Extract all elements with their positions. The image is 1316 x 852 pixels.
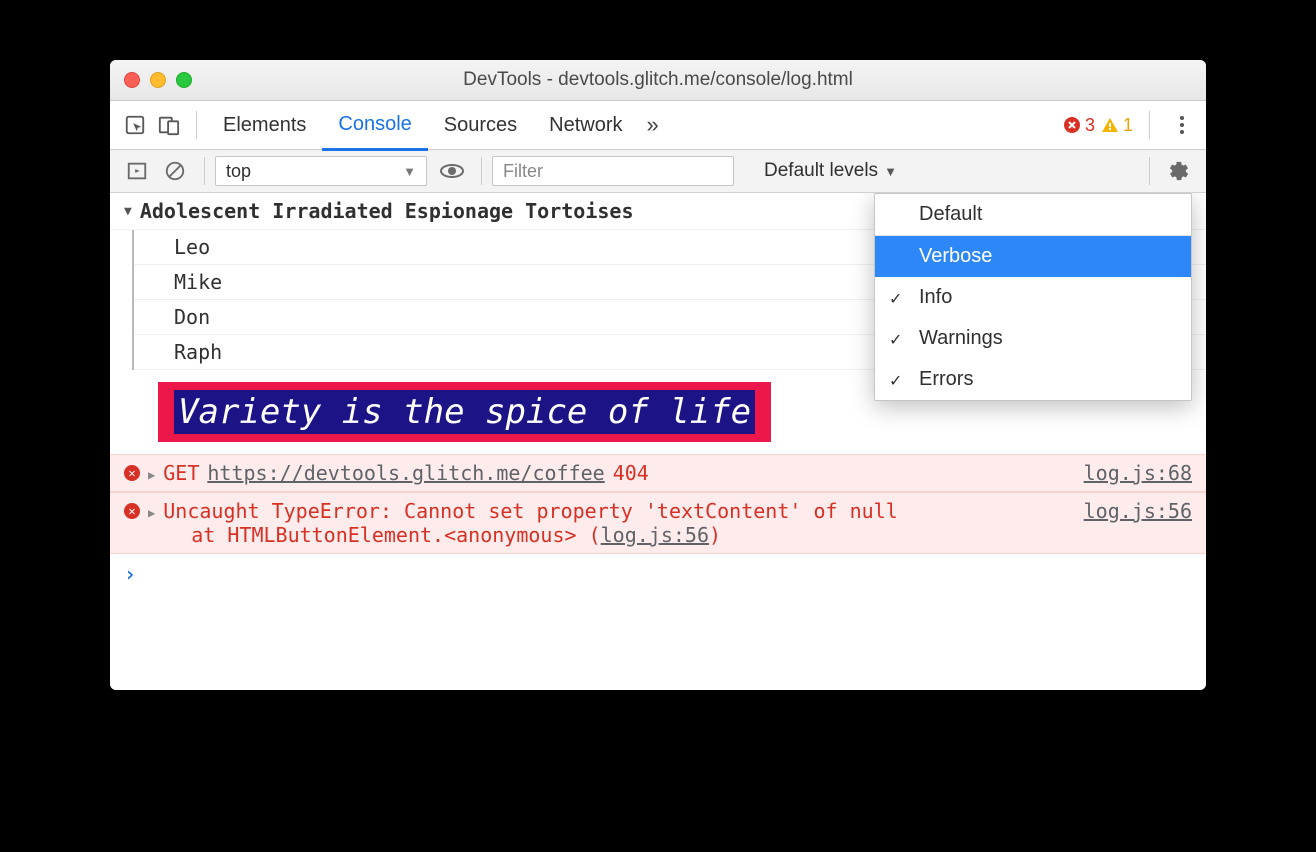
separator [1149, 157, 1150, 185]
live-expression-icon[interactable] [439, 158, 465, 184]
dropdown-header[interactable]: Default [875, 194, 1191, 235]
dropdown-item-warnings[interactable]: ✓ Warnings [875, 318, 1191, 359]
tabs-overflow-icon[interactable]: » [639, 112, 667, 138]
network-error-row[interactable]: ✕ ▶ GET https://devtools.glitch.me/coffe… [110, 454, 1206, 492]
chevron-down-icon: ▼ [403, 164, 416, 179]
expand-triangle-icon: ▼ [124, 204, 132, 219]
title-bar: DevTools - devtools.glitch.me/console/lo… [110, 60, 1206, 101]
execution-context-select[interactable]: top ▼ [215, 156, 427, 186]
dropdown-item-errors[interactable]: ✓ Errors [875, 359, 1191, 400]
window-title: DevTools - devtools.glitch.me/console/lo… [110, 69, 1206, 91]
console-toolbar: top ▼ Filter Default levels ▼ [110, 150, 1206, 193]
more-options-icon[interactable] [1166, 116, 1198, 134]
error-icon [1063, 116, 1081, 134]
error-method: GET [163, 461, 199, 485]
log-levels-dropdown: Default Verbose ✓ Info ✓ Warnings ✓ Erro… [874, 193, 1192, 401]
warning-count: 1 [1123, 115, 1133, 136]
stack-suffix: ) [709, 523, 721, 547]
dropdown-label: Errors [919, 368, 973, 390]
styled-text: Variety is the spice of life [174, 390, 755, 434]
error-message: Uncaught TypeError: Cannot set property … [163, 499, 898, 523]
context-value: top [226, 161, 251, 182]
device-toolbar-icon[interactable] [156, 112, 182, 138]
error-count-badge[interactable]: 3 [1063, 115, 1095, 136]
dropdown-item-info[interactable]: ✓ Info [875, 277, 1191, 318]
dropdown-label: Verbose [919, 245, 992, 267]
separator [481, 157, 482, 185]
chevron-down-icon: ▼ [884, 164, 897, 179]
check-icon: ✓ [889, 371, 902, 391]
separator [1149, 111, 1150, 139]
tab-elements[interactable]: Elements [207, 101, 322, 149]
toggle-console-sidebar-icon[interactable] [124, 158, 150, 184]
console-output: ▼ Adolescent Irradiated Espionage Tortoi… [110, 193, 1206, 690]
filter-input[interactable]: Filter [492, 156, 734, 186]
error-url-link[interactable]: https://devtools.glitch.me/coffee [207, 461, 604, 485]
source-link[interactable]: log.js:56 [1084, 499, 1192, 523]
styled-console-message: Variety is the spice of life [158, 382, 771, 442]
separator [196, 111, 197, 139]
log-levels-select[interactable]: Default levels ▼ [756, 160, 905, 182]
devtools-window: DevTools - devtools.glitch.me/console/lo… [110, 60, 1206, 690]
error-icon: ✕ [124, 465, 140, 481]
filter-placeholder: Filter [503, 161, 543, 182]
error-count: 3 [1085, 115, 1095, 136]
main-tab-bar: Elements Console Sources Network » 3 1 [110, 101, 1206, 150]
stack-prefix: at HTMLButtonElement.<anonymous> ( [191, 523, 600, 547]
expand-triangle-icon: ▶ [148, 506, 155, 520]
dropdown-label: Warnings [919, 327, 1003, 349]
console-settings-icon[interactable] [1166, 158, 1192, 184]
error-status: 404 [613, 461, 649, 485]
tab-sources[interactable]: Sources [428, 101, 533, 149]
expand-triangle-icon: ▶ [148, 468, 155, 482]
stack-source-link[interactable]: log.js:56 [601, 523, 709, 547]
error-icon: ✕ [124, 503, 140, 519]
check-icon: ✓ [889, 330, 902, 350]
dropdown-label: Info [919, 286, 952, 308]
clear-console-icon[interactable] [162, 158, 188, 184]
warning-count-badge[interactable]: 1 [1101, 115, 1133, 136]
levels-label: Default levels [764, 160, 878, 182]
inspect-element-icon[interactable] [122, 112, 148, 138]
check-icon: ✓ [889, 289, 902, 309]
warning-icon [1101, 116, 1119, 134]
console-prompt[interactable]: › [110, 554, 1206, 594]
source-link[interactable]: log.js:68 [1084, 461, 1192, 485]
tab-console[interactable]: Console [322, 100, 427, 151]
group-title: Adolescent Irradiated Espionage Tortoise… [140, 199, 634, 223]
tab-network[interactable]: Network [533, 101, 638, 149]
dropdown-item-verbose[interactable]: Verbose [875, 236, 1191, 277]
separator [204, 157, 205, 185]
